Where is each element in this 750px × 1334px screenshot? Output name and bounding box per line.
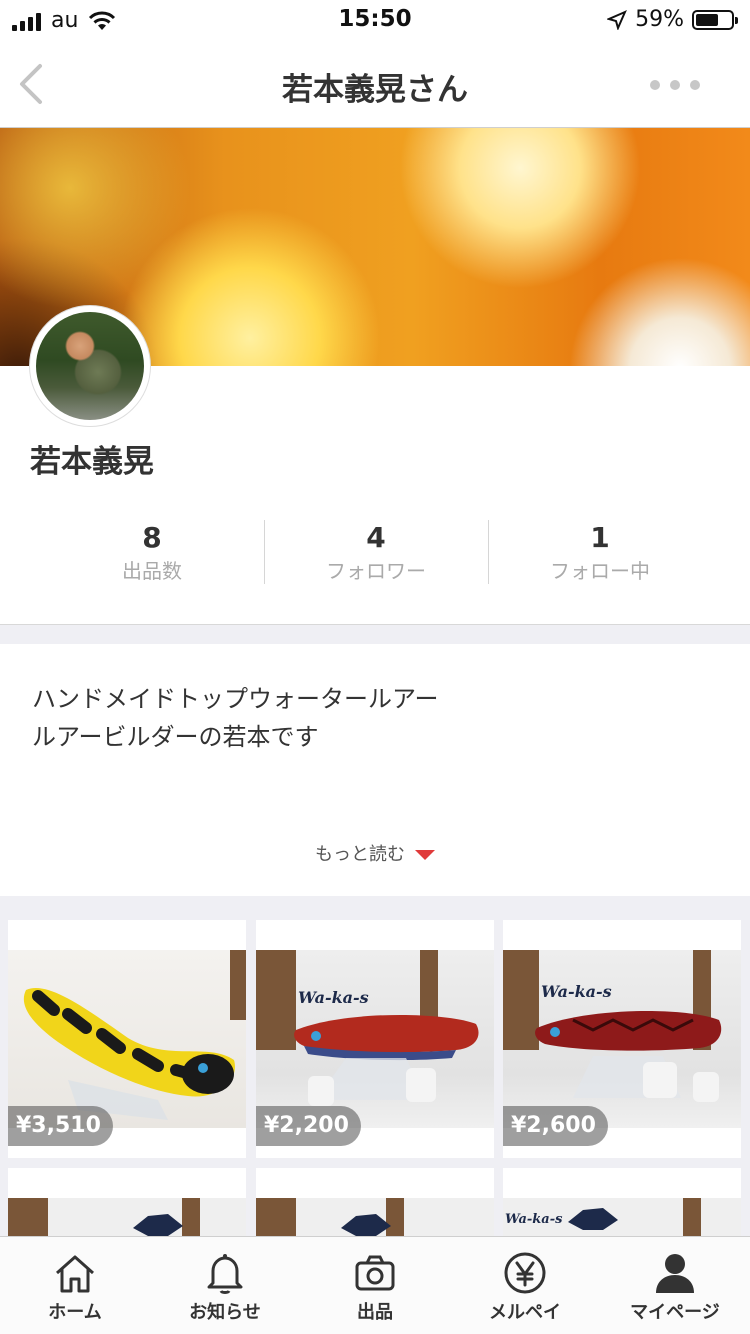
avatar-frame[interactable] <box>30 306 150 426</box>
tab-mypage[interactable]: マイページ <box>600 1237 750 1334</box>
tab-label: お知らせ <box>189 1302 261 1323</box>
camera-icon <box>355 1255 395 1291</box>
bell-icon <box>207 1254 243 1294</box>
item-photo: Wa-ka-s <box>503 1198 741 1236</box>
tab-home[interactable]: ホーム <box>0 1237 150 1334</box>
tab-label: 出品 <box>357 1302 393 1323</box>
item-card[interactable]: Wa-ka-s ¥2,200 <box>256 920 494 1158</box>
home-icon <box>56 1255 94 1293</box>
battery-percent: 59% <box>635 7 684 32</box>
avatar <box>36 312 144 420</box>
tab-label: ホーム <box>48 1302 102 1323</box>
tab-label: マイページ <box>630 1302 720 1323</box>
bio-line: ハンドメイドトップウォータールアー <box>32 685 439 713</box>
stat-followers[interactable]: 4 フォロワー <box>264 516 488 586</box>
item-card[interactable] <box>256 1168 494 1236</box>
stat-value: 4 <box>366 521 386 554</box>
item-photo <box>8 950 246 1128</box>
person-icon <box>656 1254 694 1293</box>
read-more-button[interactable]: もっと読む <box>0 840 750 866</box>
stat-value: 1 <box>590 521 610 554</box>
item-card[interactable] <box>8 1168 246 1236</box>
price-badge: ¥3,510 <box>8 1106 113 1146</box>
item-photo <box>256 1198 494 1236</box>
stat-label: フォロワー <box>326 559 426 583</box>
triangle-down-icon <box>415 850 435 860</box>
more-options-icon[interactable] <box>650 80 700 90</box>
section-divider <box>0 624 750 644</box>
stat-label: フォロー中 <box>550 559 650 583</box>
bio-line: ルアービルダーの若本です <box>32 723 319 751</box>
tab-notifications[interactable]: お知らせ <box>150 1237 300 1334</box>
tab-bar: ホーム お知らせ 出品 メルペイ マイページ <box>0 1236 750 1334</box>
lure-image <box>294 1014 479 1106</box>
logo-fish-icon <box>568 1208 618 1230</box>
item-photo: Wa-ka-s <box>256 950 494 1128</box>
battery-icon <box>692 9 738 30</box>
item-photo <box>8 1198 246 1236</box>
profile-bio: ハンドメイドトップウォータールアー ルアービルダーの若本です <box>32 680 502 756</box>
stat-listings[interactable]: 8 出品数 <box>40 516 264 586</box>
lure-image <box>535 1010 722 1102</box>
item-photo: Wa-ka-s <box>503 950 741 1128</box>
stat-label: 出品数 <box>122 559 182 583</box>
tab-merpay[interactable]: メルペイ <box>450 1237 600 1334</box>
location-arrow-icon <box>607 9 628 30</box>
tab-sell[interactable]: 出品 <box>300 1237 450 1334</box>
item-card[interactable]: Wa-ka-s <box>503 1168 741 1236</box>
brand-logo: Wa-ka-s <box>505 1212 563 1227</box>
logo-fish-icon <box>133 1214 183 1236</box>
stat-value: 8 <box>142 521 162 554</box>
page-title: 若本義晃さん <box>282 72 468 108</box>
yen-icon <box>504 1252 546 1294</box>
price-badge: ¥2,200 <box>256 1106 361 1146</box>
nav-bar: 若本義晃さん <box>0 40 750 128</box>
read-more-label: もっと読む <box>315 844 405 865</box>
logo-fish-icon <box>341 1214 391 1236</box>
status-bar: au 15:50 59% <box>0 0 750 40</box>
profile-stats: 8 出品数 4 フォロワー 1 フォロー中 <box>0 516 750 586</box>
price-badge: ¥2,600 <box>503 1106 608 1146</box>
tab-label: メルペイ <box>489 1302 561 1323</box>
user-name: 若本義晃 <box>30 444 154 480</box>
lure-image <box>23 988 235 1120</box>
item-card[interactable]: ¥3,510 <box>8 920 246 1158</box>
item-card[interactable]: Wa-ka-s ¥2,600 <box>503 920 741 1158</box>
stat-following[interactable]: 1 フォロー中 <box>488 516 712 586</box>
